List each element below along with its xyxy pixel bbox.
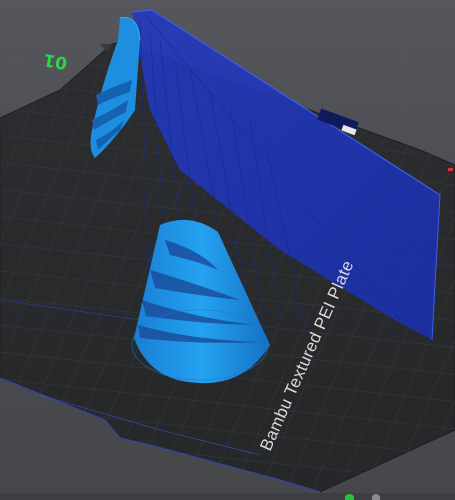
build-plate-scene[interactable]: 01 Bambu Textured PEI Plate bbox=[0, 0, 455, 500]
status-secondary-icon bbox=[372, 494, 380, 500]
plate-number-text: 01 bbox=[42, 49, 69, 73]
3d-viewport[interactable]: 01 Bambu Textured PEI Plate bbox=[0, 0, 455, 500]
status-bar bbox=[0, 493, 455, 500]
plate-number-badge[interactable]: 01 bbox=[42, 49, 69, 73]
status-indicator-icon bbox=[345, 494, 354, 500]
axis-marker bbox=[448, 168, 453, 171]
